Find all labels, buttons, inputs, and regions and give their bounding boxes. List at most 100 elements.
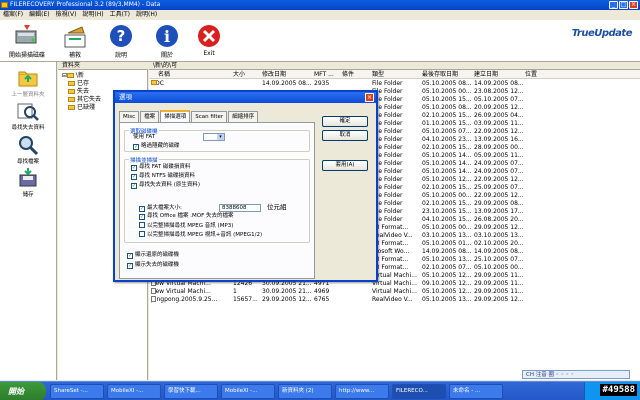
apply-button[interactable]: 套用(A) [322, 160, 368, 171]
fat-dropdown[interactable]: ▾ [203, 133, 225, 141]
cell-text: 14.09.2005 08... [422, 248, 472, 255]
tab-scan-options[interactable]: 掃描選項 [160, 110, 191, 122]
save-button[interactable]: 儲存 [2, 167, 54, 198]
tab-sorting[interactable]: 細縮排序 [228, 111, 259, 122]
recover-button[interactable]: 補救 [54, 21, 96, 61]
column-header-accessed[interactable]: 最後存取日期 [422, 70, 458, 79]
table-cell: 24.09.2005 07... [474, 160, 524, 168]
table-row[interactable]: AOC 14.09.2005 08... 2935 File Folder 05.10.… [149, 80, 640, 88]
scan-option-checkbox[interactable]: ✓ 尋找 Office 檔案 .MOF 失去的檔案 [139, 213, 234, 220]
cell-text: 2935 [314, 80, 330, 87]
column-header-location[interactable]: 位置 [525, 70, 537, 79]
cell-text: 05.10.2005 14... [422, 168, 472, 175]
tab-files[interactable]: 檔案 [140, 111, 160, 122]
column-header-type[interactable]: 類型 [372, 70, 384, 79]
cell-text: 03.09.2005 11... [474, 120, 524, 127]
column-header-name[interactable]: 名稱 [158, 70, 170, 79]
table-cell: 01.10.2005 15... [422, 120, 472, 128]
dialog-close-button[interactable]: × [365, 93, 374, 102]
close-button[interactable]: × [629, 1, 638, 9]
menu-view[interactable]: 檢視(V) [56, 10, 77, 20]
menu-help-1[interactable]: 說明(H) [82, 10, 103, 20]
current-path: \新\的\可 [149, 62, 640, 70]
taskbar-task-button[interactable]: 新資料夾 (2) [278, 384, 332, 399]
cell-text: 09.10.2005 12... [422, 280, 472, 287]
checkbox-box: ✓ [127, 253, 133, 259]
menu-file[interactable]: 檔案(F) [3, 10, 23, 20]
scan-drive-button[interactable]: 開始掃描磁碟 [4, 21, 50, 61]
menu-help-2[interactable]: 說明(H) [136, 10, 157, 20]
folder-icon [151, 80, 157, 85]
tab-scan-filter[interactable]: Scan filter [191, 111, 228, 122]
taskbar-task-button[interactable]: FILERECO... [392, 384, 446, 399]
table-cell: 05.10.2005 00... [422, 192, 472, 200]
parent-folder-button[interactable]: 上一層資料夾 [2, 67, 54, 98]
info-icon: i [156, 25, 178, 47]
ok-button[interactable]: 確定 [322, 116, 368, 127]
find-files-button[interactable]: 尋找檔案 [2, 134, 54, 165]
show-lost-drives-checkbox[interactable]: ✓ 顯示失去的磁碟機 [127, 262, 179, 269]
taskbar-task-button[interactable]: MobileXI -... [221, 384, 275, 399]
cell-text: 29.09.2005 08... [474, 200, 524, 207]
table-cell: 23.10.2005 15... [422, 208, 472, 216]
table-cell: 29.09.2005 11... [474, 280, 524, 288]
table-cell: P3 Format... [372, 224, 420, 232]
skip-hidden-checkbox[interactable]: ✓ 略過隱藏的磁碟 [133, 143, 180, 150]
tree-item-root[interactable]: ⊟ \新 [62, 72, 84, 80]
tree-item-lost[interactable]: 失去 [68, 88, 89, 96]
options-dialog: 選項 × Misc 檔案 掃描選項 Scan filter 細縮排序 選取磁碟機… [113, 90, 378, 282]
exit-button[interactable]: Exit [188, 21, 230, 61]
column-header-created[interactable]: 建立日期 [474, 70, 498, 79]
minimize-button[interactable]: _ [609, 1, 618, 9]
table-cell: RealVideo V... [372, 296, 420, 304]
show-recovered-drives-checkbox[interactable]: ✓ 顯示還原的磁碟機 [127, 252, 179, 259]
cell-text: 05.10.2005 13... [422, 256, 472, 263]
table-row[interactable]: pingpong.2005.9.25... 15657... 29.09.2005 … [149, 296, 640, 304]
start-button[interactable]: 開始 [0, 382, 46, 400]
taskbar-task-button[interactable]: http://www... [335, 384, 389, 399]
scan-option-checkbox[interactable]: ✓ 最大檔案大小: [139, 205, 182, 212]
taskbar-task-button[interactable]: MobileXI -... [107, 384, 161, 399]
help-button[interactable]: ? 說明 [100, 21, 142, 61]
table-cell: 25.10.2005 07... [474, 256, 524, 264]
table-cell: 05.10.2005 14... [422, 168, 472, 176]
taskbar: 開始 ShareSet -... MobileXI -... 學習快下載... Mob… [0, 381, 640, 400]
column-header-condition[interactable]: 條件 [342, 70, 354, 79]
table-cell: 05.10.2005 08... [422, 104, 472, 112]
tree-item-damaged[interactable]: 已缺殘 [68, 104, 95, 112]
menu-edit[interactable]: 編輯(E) [29, 10, 49, 20]
language-bar[interactable]: CH 注音 圈 ◦ ◦ ◦ ◦ [522, 370, 630, 379]
scan-option-checkbox[interactable]: ✓ 尋找 NTFS 磁碟損資料 [131, 173, 195, 180]
taskbar-task-button[interactable]: 未命名 - ... [449, 384, 503, 399]
cell-text: 05.10.2005 08... [422, 80, 472, 87]
column-header-modified[interactable]: 修改日期 [262, 70, 286, 79]
table-row[interactable]: New Virtual Machi... 1 30.09.2005 21... 496… [149, 288, 640, 296]
max-file-size-input[interactable]: 8388608 [219, 204, 261, 212]
scan-option-checkbox[interactable]: 以完整掃描尋找 MPEG 視訊+音訊 (MPEG1/2) [139, 231, 262, 239]
show-lost-drives-label: 顯示失去的磁碟機 [135, 262, 180, 268]
table-cell: 29.09.2005 11... [474, 272, 524, 280]
tab-misc[interactable]: Misc [119, 111, 140, 122]
taskbar-task-button[interactable]: 學習快下載... [164, 384, 218, 399]
cell-text: 22.09.2005 12... [474, 176, 524, 183]
table-cell: 24.09.2005 07... [474, 168, 524, 176]
scan-option-checkbox[interactable]: 以完整掃描尋找 MPEG 音訊 (MP3) [139, 222, 233, 230]
cell-text: 26.09.2005 04... [474, 112, 524, 119]
scan-option-checkbox[interactable]: ✓ 尋找失去資料 (原生資料) [131, 182, 200, 189]
menu-tools[interactable]: 工具(T) [110, 10, 130, 20]
scan-option-checkbox[interactable]: ✓ 尋找 FAT 磁碟損資料 [131, 164, 190, 171]
tree-item-other-lost[interactable]: 其它失去 [68, 96, 101, 104]
cell-text: 01.10.2005 15... [422, 120, 472, 127]
scan-option-label: 尋找 NTFS 磁碟損資料 [139, 173, 196, 179]
column-header-size[interactable]: 大小 [233, 70, 245, 79]
taskbar-task-button[interactable]: ShareSet -... [50, 384, 104, 399]
table-cell: 14.09.2005 08... [474, 248, 524, 256]
maximize-button[interactable]: □ [619, 1, 628, 9]
tree-item-saved[interactable]: 已存 [68, 80, 89, 88]
cancel-button[interactable]: 取消 [322, 130, 368, 141]
table-cell: crosoft Wo... [372, 248, 420, 256]
tree-item-label: 已缺殘 [77, 104, 96, 111]
find-lost-data-button[interactable]: 尋找失去資料 [2, 100, 54, 131]
column-header-mft[interactable]: MFT ... [314, 70, 334, 79]
about-button[interactable]: i 關於 [146, 21, 188, 61]
